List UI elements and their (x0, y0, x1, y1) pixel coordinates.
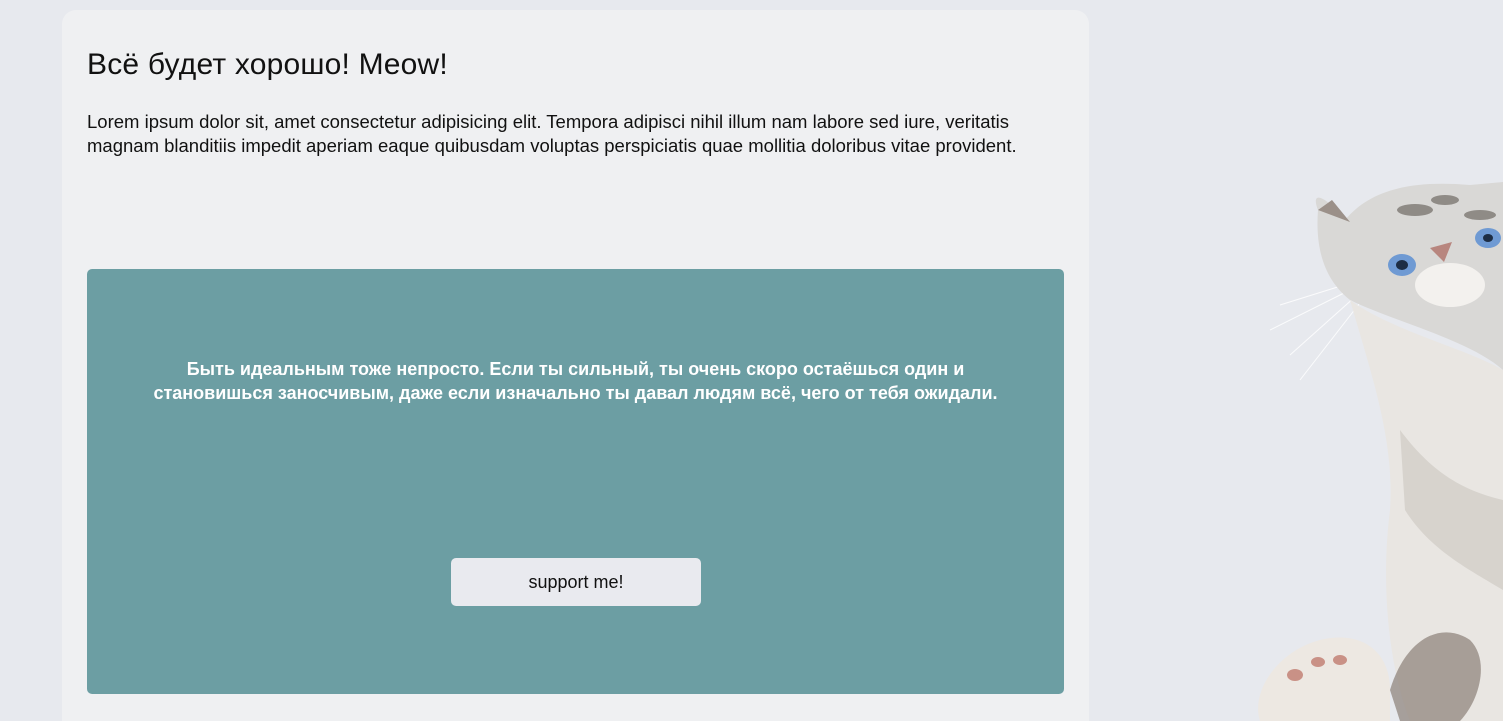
support-button[interactable]: support me! (451, 558, 701, 606)
page: Всё будет хорошо! Meow! Lorem ipsum dolo… (0, 0, 1503, 721)
quote-panel: Быть идеальным тоже непросто. Если ты си… (87, 269, 1064, 694)
page-title: Всё будет хорошо! Meow! (87, 48, 448, 81)
lead-paragraph: Lorem ipsum dolor sit, amet consectetur … (87, 111, 1017, 156)
content-card: Всё будет хорошо! Meow! Lorem ipsum dolo… (62, 10, 1089, 721)
quote-text: Быть идеальным тоже непросто. Если ты си… (153, 359, 998, 403)
cat-image (1258, 182, 1503, 721)
